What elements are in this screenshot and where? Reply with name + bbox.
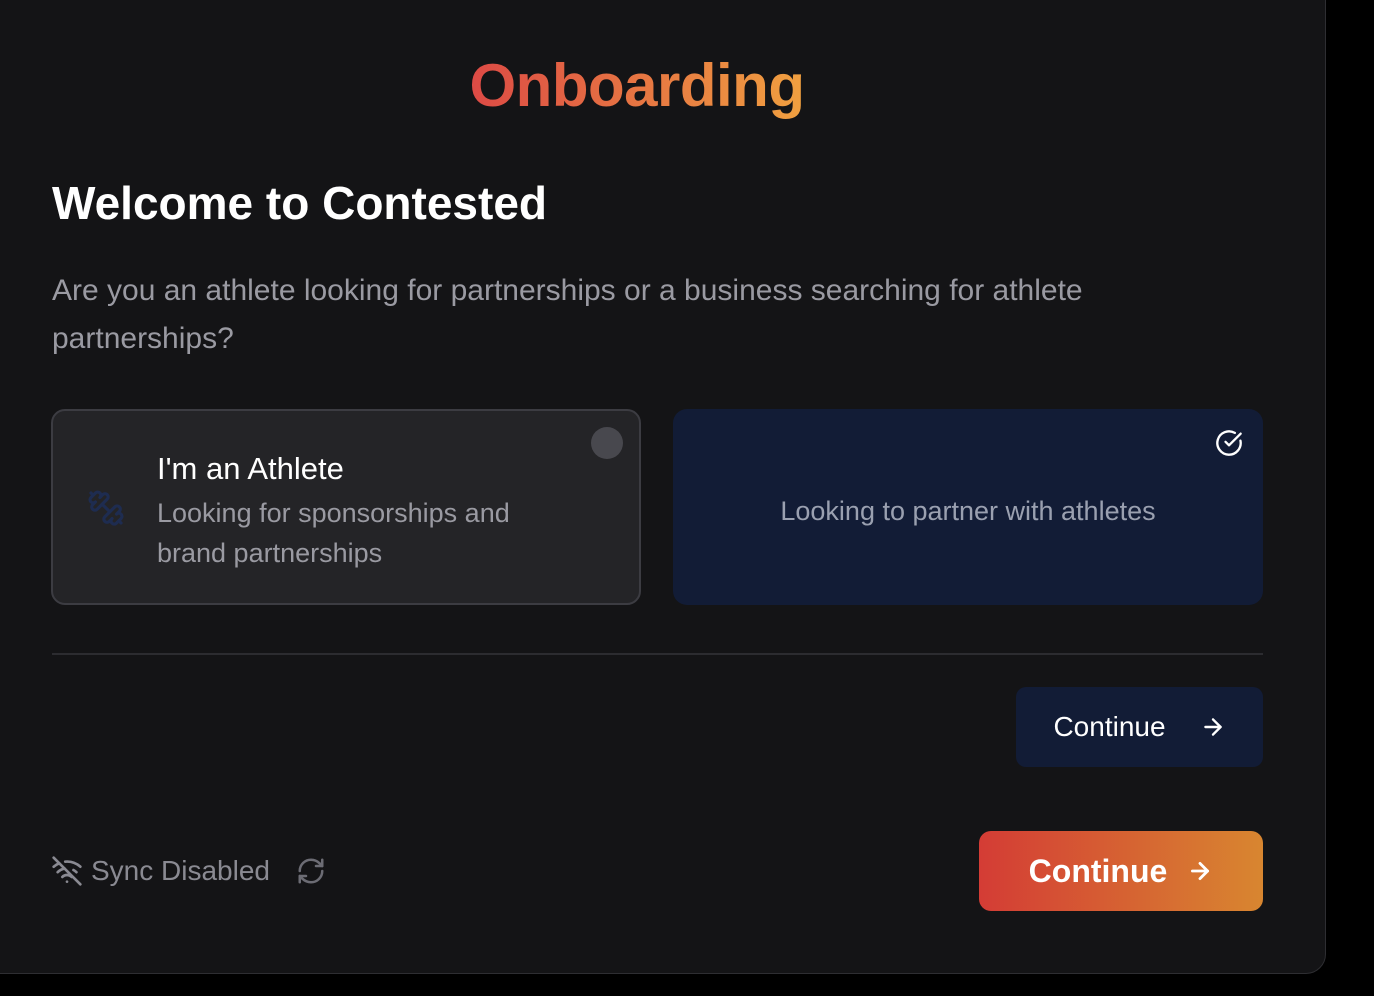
arrow-right-icon (1203, 718, 1222, 736)
continue-primary-label: Continue (1028, 852, 1168, 889)
athlete-option-title: I'm an Athlete (157, 451, 344, 486)
wifi-off-icon (52, 856, 82, 886)
check-circle-icon (1216, 430, 1242, 456)
athlete-radio-indicator[interactable] (591, 427, 623, 459)
sync-status-label: Sync Disabled (91, 855, 270, 886)
page-title: Onboarding (0, 51, 1293, 121)
business-option-card[interactable]: Looking to partner with athletes (673, 409, 1263, 605)
section-divider (52, 653, 1263, 655)
athlete-option-card[interactable]: I'm an Athlete Looking for sponsorships … (51, 409, 641, 605)
dumbbell-icon (88, 490, 124, 526)
refresh-icon[interactable] (296, 856, 326, 886)
page-title-text: Onboarding (469, 52, 805, 119)
athlete-option-description: Looking for sponsorships and brand partn… (157, 498, 510, 568)
sync-status: Sync Disabled (51, 851, 326, 891)
continue-secondary-label: Continue (1053, 711, 1166, 742)
onboarding-panel: Onboarding Welcome to Contested Are you … (0, 0, 1326, 974)
continue-button-secondary[interactable]: Continue (1016, 687, 1263, 767)
arrow-right-icon (1191, 862, 1210, 880)
welcome-heading: Welcome to Contested (52, 177, 547, 229)
continue-button-primary[interactable]: Continue (979, 831, 1263, 911)
business-option-description: Looking to partner with athletes (780, 496, 1156, 526)
role-question: Are you an athlete looking for partnersh… (52, 274, 1083, 355)
